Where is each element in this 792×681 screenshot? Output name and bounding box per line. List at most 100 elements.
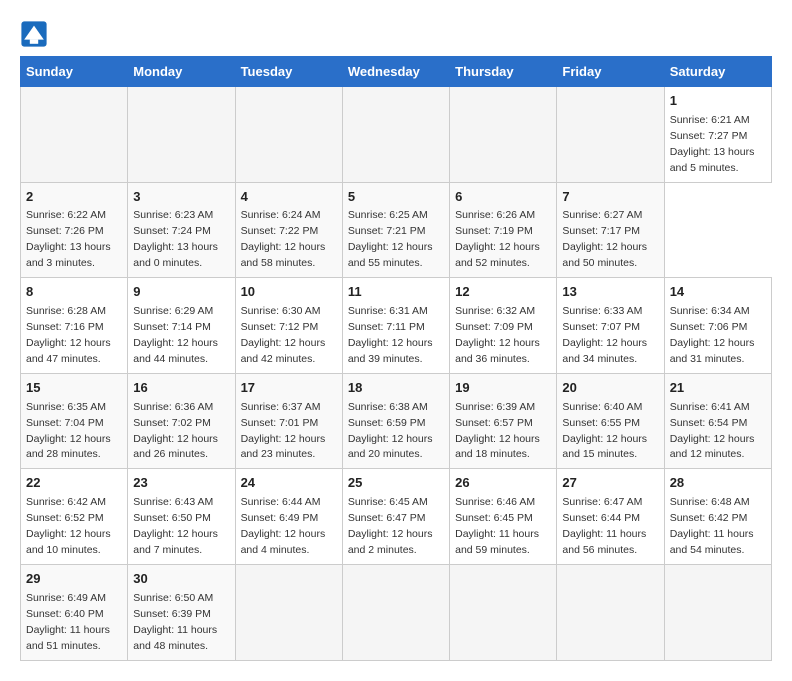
day-daylight: Daylight: 12 hours and 23 minutes. [241,433,326,461]
logo-icon [20,20,48,48]
day-sunrise: Sunrise: 6:26 AM [455,209,535,221]
day-sunset: Sunset: 7:01 PM [241,417,319,429]
day-sunset: Sunset: 6:59 PM [348,417,426,429]
day-sunrise: Sunrise: 6:32 AM [455,305,535,317]
day-sunset: Sunset: 6:47 PM [348,512,426,524]
day-sunset: Sunset: 7:04 PM [26,417,104,429]
day-daylight: Daylight: 11 hours and 54 minutes. [670,528,754,556]
week-row-4: 15 Sunrise: 6:35 AM Sunset: 7:04 PM Dayl… [21,373,772,469]
page-header [20,20,772,48]
day-number: 6 [455,188,551,207]
day-number: 23 [133,474,229,493]
day-cell-6: 6 Sunrise: 6:26 AM Sunset: 7:19 PM Dayli… [450,182,557,278]
day-sunrise: Sunrise: 6:25 AM [348,209,428,221]
day-sunrise: Sunrise: 6:45 AM [348,496,428,508]
day-daylight: Daylight: 11 hours and 48 minutes. [133,624,217,652]
day-sunset: Sunset: 7:11 PM [348,321,425,333]
day-number: 22 [26,474,122,493]
empty-cell [664,564,771,660]
day-cell-1: 1 Sunrise: 6:21 AM Sunset: 7:27 PM Dayli… [664,87,771,183]
day-daylight: Daylight: 12 hours and 42 minutes. [241,337,326,365]
day-sunrise: Sunrise: 6:29 AM [133,305,213,317]
day-cell-7: 7 Sunrise: 6:27 AM Sunset: 7:17 PM Dayli… [557,182,664,278]
logo [20,20,52,48]
day-sunset: Sunset: 6:49 PM [241,512,319,524]
day-daylight: Daylight: 12 hours and 26 minutes. [133,433,218,461]
day-sunset: Sunset: 7:19 PM [455,225,533,237]
weekday-header-monday: Monday [128,57,235,87]
day-number: 9 [133,283,229,302]
day-cell-5: 5 Sunrise: 6:25 AM Sunset: 7:21 PM Dayli… [342,182,449,278]
day-cell-10: 10 Sunrise: 6:30 AM Sunset: 7:12 PM Dayl… [235,278,342,374]
day-daylight: Daylight: 12 hours and 58 minutes. [241,241,326,269]
day-sunrise: Sunrise: 6:49 AM [26,592,106,604]
day-daylight: Daylight: 12 hours and 55 minutes. [348,241,433,269]
day-daylight: Daylight: 12 hours and 52 minutes. [455,241,540,269]
day-daylight: Daylight: 12 hours and 44 minutes. [133,337,218,365]
day-sunrise: Sunrise: 6:42 AM [26,496,106,508]
day-daylight: Daylight: 11 hours and 56 minutes. [562,528,646,556]
day-sunrise: Sunrise: 6:40 AM [562,401,642,413]
day-daylight: Daylight: 12 hours and 12 minutes. [670,433,755,461]
day-sunset: Sunset: 7:21 PM [348,225,426,237]
day-sunrise: Sunrise: 6:48 AM [670,496,750,508]
day-cell-29: 29 Sunrise: 6:49 AM Sunset: 6:40 PM Dayl… [21,564,128,660]
day-sunset: Sunset: 7:22 PM [241,225,319,237]
day-cell-11: 11 Sunrise: 6:31 AM Sunset: 7:11 PM Dayl… [342,278,449,374]
day-number: 12 [455,283,551,302]
day-cell-18: 18 Sunrise: 6:38 AM Sunset: 6:59 PM Dayl… [342,373,449,469]
day-sunrise: Sunrise: 6:50 AM [133,592,213,604]
weekday-header-thursday: Thursday [450,57,557,87]
day-cell-14: 14 Sunrise: 6:34 AM Sunset: 7:06 PM Dayl… [664,278,771,374]
empty-cell [450,87,557,183]
day-number: 20 [562,379,658,398]
empty-cell [342,87,449,183]
empty-cell [235,87,342,183]
day-number: 3 [133,188,229,207]
empty-cell [557,564,664,660]
day-cell-30: 30 Sunrise: 6:50 AM Sunset: 6:39 PM Dayl… [128,564,235,660]
day-number: 4 [241,188,337,207]
day-number: 18 [348,379,444,398]
day-daylight: Daylight: 12 hours and 28 minutes. [26,433,111,461]
day-sunrise: Sunrise: 6:21 AM [670,114,750,126]
day-number: 14 [670,283,766,302]
day-cell-21: 21 Sunrise: 6:41 AM Sunset: 6:54 PM Dayl… [664,373,771,469]
empty-cell [128,87,235,183]
week-row-2: 2 Sunrise: 6:22 AM Sunset: 7:26 PM Dayli… [21,182,772,278]
day-sunrise: Sunrise: 6:28 AM [26,305,106,317]
day-sunrise: Sunrise: 6:36 AM [133,401,213,413]
day-daylight: Daylight: 12 hours and 7 minutes. [133,528,218,556]
day-number: 8 [26,283,122,302]
day-cell-26: 26 Sunrise: 6:46 AM Sunset: 6:45 PM Dayl… [450,469,557,565]
day-number: 1 [670,92,766,111]
day-daylight: Daylight: 12 hours and 47 minutes. [26,337,111,365]
day-cell-16: 16 Sunrise: 6:36 AM Sunset: 7:02 PM Dayl… [128,373,235,469]
day-cell-2: 2 Sunrise: 6:22 AM Sunset: 7:26 PM Dayli… [21,182,128,278]
day-sunrise: Sunrise: 6:24 AM [241,209,321,221]
day-sunrise: Sunrise: 6:27 AM [562,209,642,221]
day-number: 26 [455,474,551,493]
empty-cell [235,564,342,660]
day-daylight: Daylight: 12 hours and 31 minutes. [670,337,755,365]
day-sunset: Sunset: 7:27 PM [670,130,748,142]
day-sunset: Sunset: 7:02 PM [133,417,211,429]
day-cell-20: 20 Sunrise: 6:40 AM Sunset: 6:55 PM Dayl… [557,373,664,469]
day-sunset: Sunset: 6:55 PM [562,417,640,429]
day-daylight: Daylight: 12 hours and 15 minutes. [562,433,647,461]
day-number: 30 [133,570,229,589]
day-sunrise: Sunrise: 6:43 AM [133,496,213,508]
day-sunset: Sunset: 6:57 PM [455,417,533,429]
weekday-header-friday: Friday [557,57,664,87]
day-cell-13: 13 Sunrise: 6:33 AM Sunset: 7:07 PM Dayl… [557,278,664,374]
day-sunset: Sunset: 6:44 PM [562,512,640,524]
empty-cell [450,564,557,660]
day-cell-3: 3 Sunrise: 6:23 AM Sunset: 7:24 PM Dayli… [128,182,235,278]
day-number: 25 [348,474,444,493]
day-cell-28: 28 Sunrise: 6:48 AM Sunset: 6:42 PM Dayl… [664,469,771,565]
day-sunset: Sunset: 7:16 PM [26,321,104,333]
day-cell-25: 25 Sunrise: 6:45 AM Sunset: 6:47 PM Dayl… [342,469,449,565]
empty-cell [342,564,449,660]
weekday-header-wednesday: Wednesday [342,57,449,87]
day-sunrise: Sunrise: 6:38 AM [348,401,428,413]
